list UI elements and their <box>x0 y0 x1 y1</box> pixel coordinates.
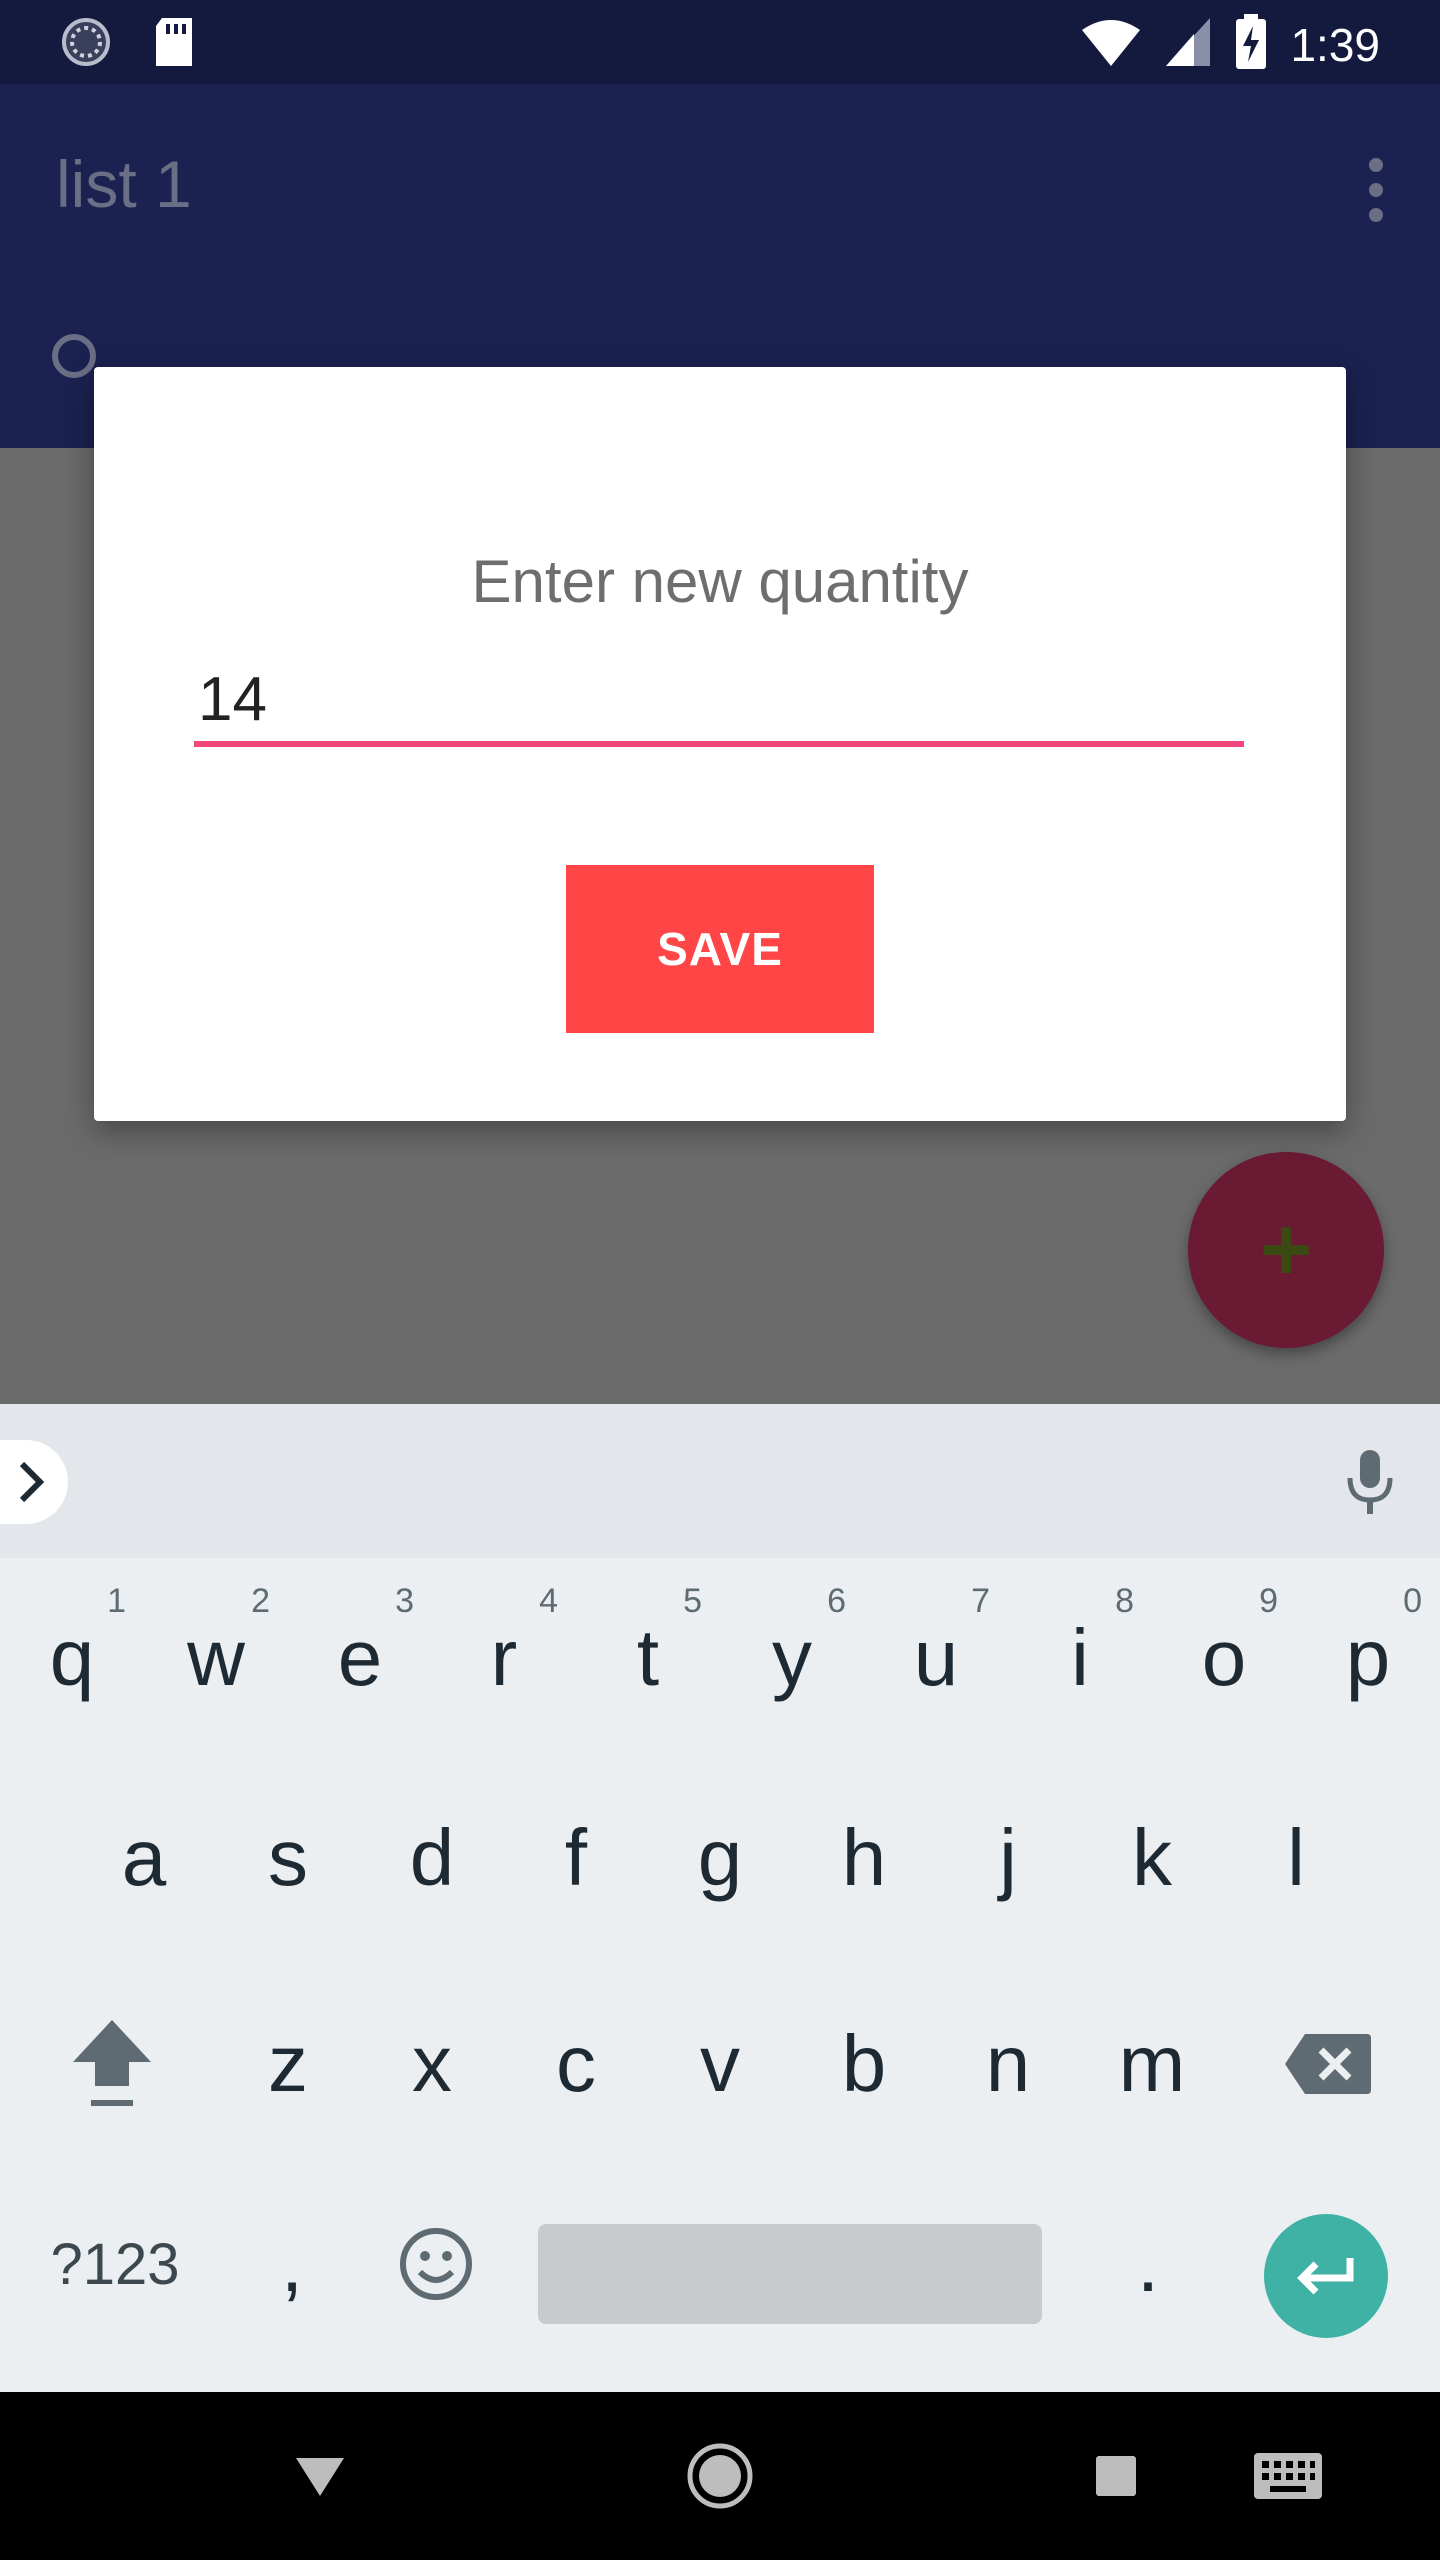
key-m[interactable]: m <box>1080 1964 1224 2164</box>
signal-icon <box>1164 16 1212 73</box>
key-w[interactable]: w2 <box>144 1558 288 1758</box>
keyboard-switch-button[interactable] <box>1238 2436 1338 2516</box>
emoji-key[interactable] <box>364 2164 508 2364</box>
comma-key[interactable]: , <box>220 2164 364 2364</box>
battery-charging-icon <box>1234 14 1268 75</box>
plus-icon: + <box>1259 1200 1313 1300</box>
key-x[interactable]: x <box>360 1964 504 2164</box>
key-s[interactable]: s <box>216 1758 360 1958</box>
key-c[interactable]: c <box>504 1964 648 2164</box>
key-d[interactable]: d <box>360 1758 504 1958</box>
recents-button[interactable] <box>1076 2436 1156 2516</box>
key-j[interactable]: j <box>936 1758 1080 1958</box>
circle-icon <box>52 334 96 378</box>
add-item-fab[interactable]: + <box>1188 1152 1384 1348</box>
soft-keyboard: q1 w2 e3 r4 t5 y6 u7 i8 o9 p0 a s d f g … <box>0 1404 1440 2392</box>
shift-key[interactable] <box>40 1964 184 2164</box>
symbols-key[interactable]: ?123 <box>20 2164 210 2364</box>
shift-icon <box>73 2020 151 2106</box>
suggestion-strip <box>0 1404 1440 1558</box>
mic-icon <box>1347 1450 1393 1514</box>
back-button[interactable] <box>280 2436 360 2516</box>
expand-suggestions-button[interactable] <box>0 1440 68 1524</box>
key-h[interactable]: h <box>792 1758 936 1958</box>
status-bar: 1:39 <box>0 0 1440 84</box>
key-o[interactable]: o9 <box>1152 1558 1296 1758</box>
backspace-icon <box>1285 2034 1371 2094</box>
key-q[interactable]: q1 <box>0 1558 144 1758</box>
keyboard-row-2: a s d f g h j k l <box>0 1758 1440 1958</box>
period-key[interactable]: . <box>1076 2164 1220 2364</box>
key-i[interactable]: i8 <box>1008 1558 1152 1758</box>
space-bar[interactable] <box>538 2224 1042 2324</box>
chevron-right-icon <box>19 1461 45 1503</box>
quantity-dialog: Enter new quantity SAVE <box>94 367 1346 1121</box>
key-g[interactable]: g <box>648 1758 792 1958</box>
app-title: list 1 <box>56 147 192 221</box>
keyboard-icon <box>1254 2453 1322 2499</box>
key-e[interactable]: e3 <box>288 1558 432 1758</box>
key-f[interactable]: f <box>504 1758 648 1958</box>
enter-icon <box>1297 2258 1354 2295</box>
key-k[interactable]: k <box>1080 1758 1224 1958</box>
dialog-title: Enter new quantity <box>471 548 969 615</box>
key-n[interactable]: n <box>936 1964 1080 2164</box>
wifi-icon <box>1080 16 1142 73</box>
recents-icon <box>1096 2456 1136 2496</box>
key-v[interactable]: v <box>648 1964 792 2164</box>
key-y[interactable]: y6 <box>720 1558 864 1758</box>
clock: 1:39 <box>1290 18 1380 71</box>
key-b[interactable]: b <box>792 1964 936 2164</box>
emoji-icon <box>400 2228 472 2300</box>
sd-card-icon <box>152 16 196 73</box>
save-button[interactable]: SAVE <box>566 865 874 1033</box>
keyboard-row-3: z x c v b n m <box>0 1964 1440 2164</box>
key-u[interactable]: u7 <box>864 1558 1008 1758</box>
key-l[interactable]: l <box>1224 1758 1368 1958</box>
key-z[interactable]: z <box>216 1964 360 2164</box>
key-t[interactable]: t5 <box>576 1558 720 1758</box>
navigation-bar <box>0 2392 1440 2560</box>
backspace-key[interactable] <box>1256 1964 1400 2164</box>
quantity-input[interactable] <box>194 657 1244 747</box>
back-icon <box>296 2458 344 2496</box>
home-icon <box>687 2443 753 2509</box>
loading-icon <box>60 16 112 73</box>
key-r[interactable]: r4 <box>432 1558 576 1758</box>
home-button[interactable] <box>680 2436 760 2516</box>
enter-key[interactable] <box>1264 2214 1388 2338</box>
key-a[interactable]: a <box>72 1758 216 1958</box>
more-vert-icon[interactable] <box>1352 150 1400 230</box>
key-p[interactable]: p0 <box>1296 1558 1440 1758</box>
keyboard-row-1: q1 w2 e3 r4 t5 y6 u7 i8 o9 p0 <box>0 1558 1440 1758</box>
mic-button[interactable] <box>1340 1448 1400 1518</box>
